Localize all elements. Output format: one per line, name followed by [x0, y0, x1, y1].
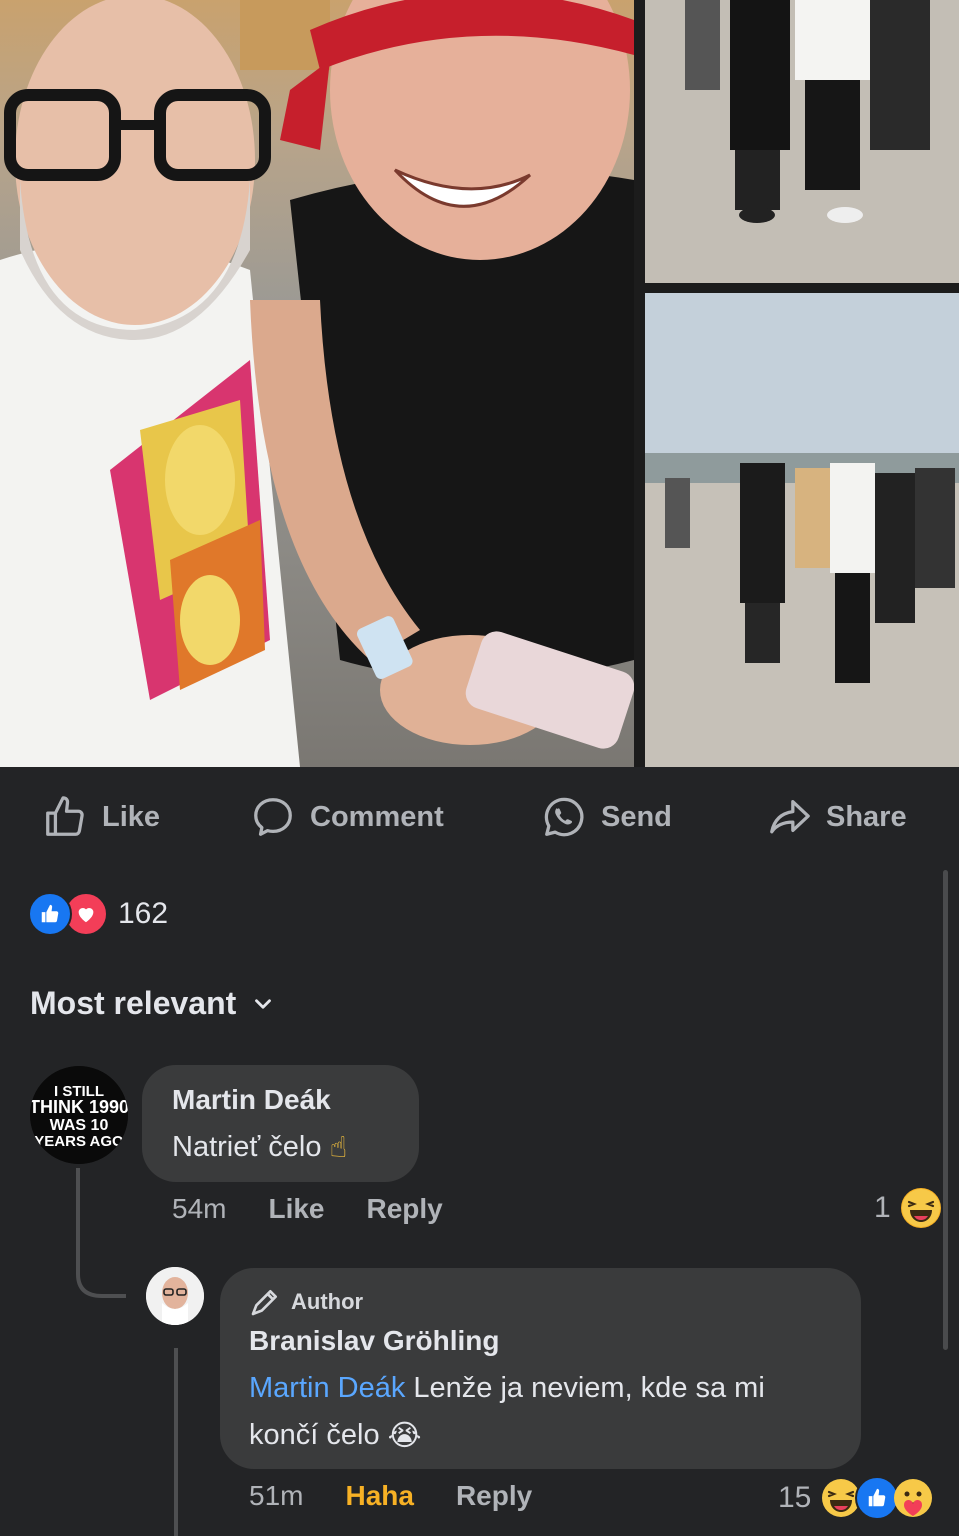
avatar[interactable]: I STILL THINK 1990 WAS 10 YEARS AGO: [30, 1066, 128, 1164]
crowd-illustration-top: [645, 0, 959, 283]
sort-label: Most relevant: [30, 985, 237, 1021]
mention-link[interactable]: Martin Deák: [249, 1372, 405, 1404]
comment-reply-button[interactable]: Reply: [367, 1193, 443, 1225]
comment-bubble-icon: [254, 798, 292, 836]
whatsapp-icon: [544, 797, 584, 837]
post-photo-top-right[interactable]: [645, 0, 959, 283]
avatar-text-line: THINK 1990: [30, 1097, 128, 1117]
comment-label: Comment: [310, 800, 444, 833]
crowd-illustration-bottom: [645, 293, 959, 767]
post-photo-main[interactable]: [0, 0, 634, 767]
comment-text: Natrieť čelo: [172, 1131, 322, 1163]
comment-reply-button[interactable]: Reply: [456, 1480, 532, 1512]
comment-like-button[interactable]: Like: [268, 1193, 324, 1225]
avatar-text-logo: I STILL THINK 1990 WAS 10 YEARS AGO: [30, 1066, 128, 1164]
comment-reaction-count: 15: [778, 1481, 812, 1514]
comment-reaction-summary[interactable]: 15: [778, 1476, 933, 1520]
reactions-summary[interactable]: 162: [28, 892, 169, 936]
scrollbar[interactable]: [943, 870, 948, 1350]
comment-time: 51m: [249, 1480, 304, 1511]
comment-text-row: Natrieť čelo ☝: [172, 1124, 347, 1172]
comment-text: končí čelo: [249, 1419, 380, 1451]
comment-meta: 54m Like Reply: [172, 1193, 443, 1225]
chevron-down-icon: [255, 998, 272, 1009]
thread-connector: [76, 1260, 126, 1298]
share-button[interactable]: Share: [766, 789, 907, 845]
author-badge: Author: [249, 1286, 363, 1318]
avatar-text-line: YEARS AGO: [34, 1133, 124, 1150]
care-icon: [893, 1478, 933, 1518]
reaction-count: 162: [118, 897, 169, 930]
comment-haha-button[interactable]: Haha: [345, 1480, 413, 1512]
selfie-illustration: [0, 0, 634, 767]
comment-reaction-summary[interactable]: 1: [874, 1188, 941, 1228]
post-photo-bottom-right[interactable]: [645, 293, 959, 767]
comment-text-line: Martin Deák Lenže ja neviem, kde sa mi: [249, 1365, 765, 1412]
avatar-text-line: WAS 10: [50, 1117, 109, 1134]
thread-line: [174, 1348, 178, 1536]
comment-button[interactable]: Comment: [250, 789, 444, 845]
comment-text-line: končí čelo 😭: [249, 1412, 422, 1460]
pen-icon: [251, 1290, 277, 1316]
haha-icon: [900, 1188, 941, 1228]
comment-time: 54m: [172, 1193, 227, 1224]
like-label: Like: [102, 800, 161, 833]
author-badge-label: Author: [291, 1289, 364, 1314]
send-button[interactable]: Send: [541, 789, 672, 845]
avatar[interactable]: [146, 1267, 204, 1325]
comment-text: Lenže ja neviem, kde sa mi: [405, 1372, 765, 1404]
send-label: Send: [601, 800, 672, 833]
comment-author[interactable]: Martin Deák: [172, 1084, 331, 1116]
share-label: Share: [826, 800, 907, 833]
like-button[interactable]: Like: [42, 789, 160, 845]
thread-line: [76, 1168, 80, 1268]
post-action-bar: Like Comment Send Share: [0, 767, 959, 867]
pointing-up-emoji-icon: ☝: [329, 1131, 348, 1164]
comment-meta: 51m Haha Reply: [249, 1480, 532, 1512]
comment-reaction-count: 1: [874, 1191, 891, 1224]
avatar-photo: [146, 1267, 204, 1325]
post-photo-grid: [0, 0, 959, 767]
crying-emoji-icon: 😭: [387, 1419, 422, 1452]
comment-sort-dropdown[interactable]: Most relevant: [30, 985, 276, 1022]
share-arrow-icon: [770, 800, 810, 834]
thumbs-up-icon: [46, 796, 84, 836]
like-reaction-icon: [28, 892, 72, 936]
comment-author[interactable]: Branislav Gröhling: [249, 1325, 500, 1357]
